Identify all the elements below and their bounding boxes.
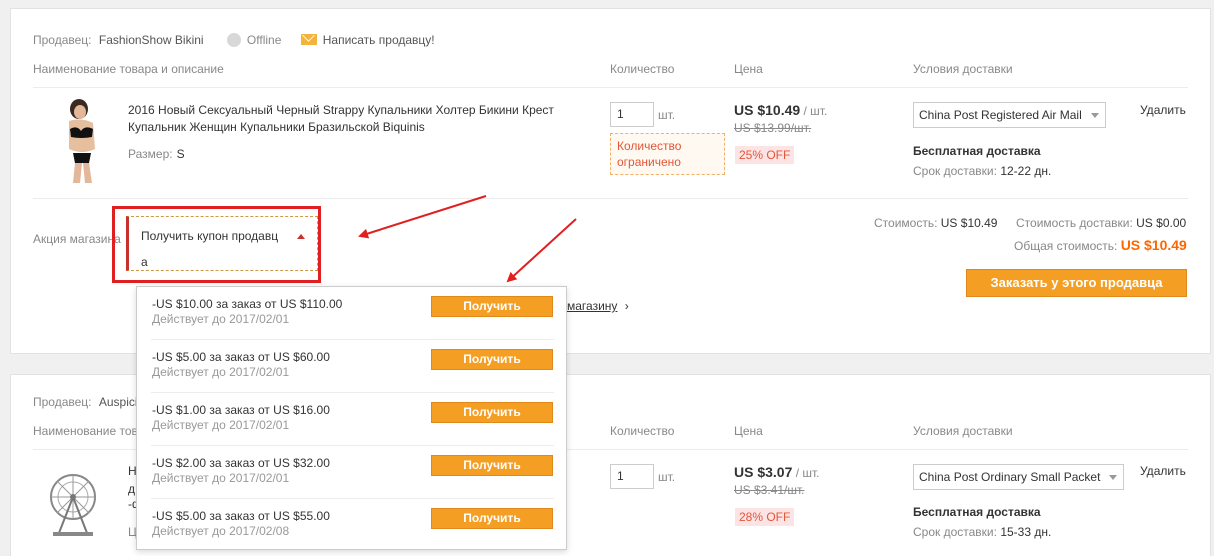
annotation-arrow bbox=[358, 195, 487, 239]
annotation-arrow bbox=[506, 218, 577, 283]
annotation-arrows bbox=[358, 195, 577, 283]
